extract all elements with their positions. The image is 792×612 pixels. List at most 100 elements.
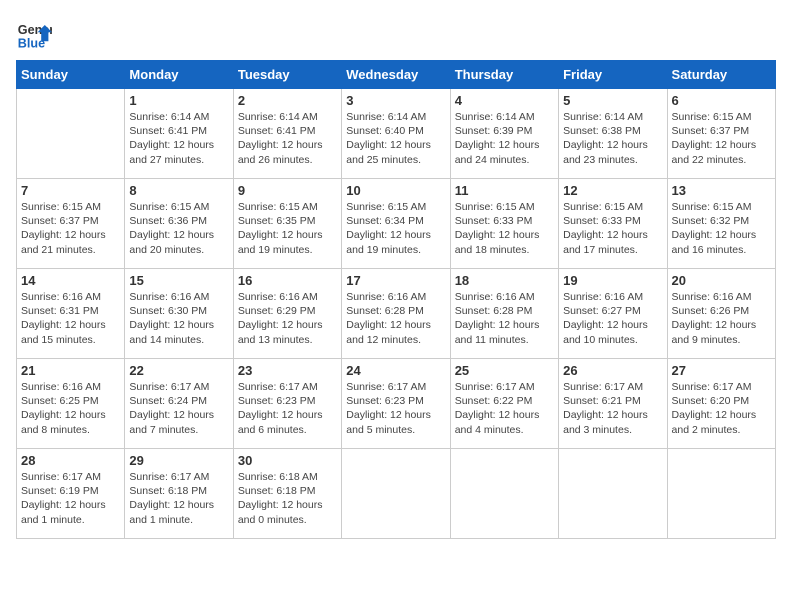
day-number: 8 bbox=[129, 183, 228, 198]
day-number: 18 bbox=[455, 273, 554, 288]
calendar-table: SundayMondayTuesdayWednesdayThursdayFrid… bbox=[16, 60, 776, 539]
weekday-header-wednesday: Wednesday bbox=[342, 61, 450, 89]
calendar-cell bbox=[342, 449, 450, 539]
calendar-cell: 6 Sunrise: 6:15 AMSunset: 6:37 PMDaylight… bbox=[667, 89, 775, 179]
day-number: 24 bbox=[346, 363, 445, 378]
calendar-cell: 10 Sunrise: 6:15 AMSunset: 6:34 PMDayligh… bbox=[342, 179, 450, 269]
day-number: 17 bbox=[346, 273, 445, 288]
day-info: Sunrise: 6:15 AMSunset: 6:33 PMDaylight:… bbox=[563, 200, 662, 257]
day-number: 1 bbox=[129, 93, 228, 108]
day-info: Sunrise: 6:15 AMSunset: 6:37 PMDaylight:… bbox=[672, 110, 771, 167]
day-info: Sunrise: 6:14 AMSunset: 6:41 PMDaylight:… bbox=[238, 110, 337, 167]
day-number: 9 bbox=[238, 183, 337, 198]
day-number: 23 bbox=[238, 363, 337, 378]
day-number: 10 bbox=[346, 183, 445, 198]
calendar-cell: 14 Sunrise: 6:16 AMSunset: 6:31 PMDayligh… bbox=[17, 269, 125, 359]
day-info: Sunrise: 6:16 AMSunset: 6:25 PMDaylight:… bbox=[21, 380, 120, 437]
svg-text:Blue: Blue bbox=[18, 37, 45, 51]
day-info: Sunrise: 6:14 AMSunset: 6:38 PMDaylight:… bbox=[563, 110, 662, 167]
calendar-cell: 21Sunrise: 6:16 AMSunset: 6:25 PMDayligh… bbox=[17, 359, 125, 449]
logo: General Blue bbox=[16, 16, 52, 52]
weekday-header-friday: Friday bbox=[559, 61, 667, 89]
day-info: Sunrise: 6:15 AMSunset: 6:34 PMDaylight:… bbox=[346, 200, 445, 257]
day-info: Sunrise: 6:17 AMSunset: 6:23 PMDaylight:… bbox=[238, 380, 337, 437]
calendar-cell: 11Sunrise: 6:15 AMSunset: 6:33 PMDayligh… bbox=[450, 179, 558, 269]
calendar-cell: 8 Sunrise: 6:15 AMSunset: 6:36 PMDaylight… bbox=[125, 179, 233, 269]
calendar-cell: 12 Sunrise: 6:15 AMSunset: 6:33 PMDayligh… bbox=[559, 179, 667, 269]
day-info: Sunrise: 6:15 AMSunset: 6:33 PMDaylight:… bbox=[455, 200, 554, 257]
day-number: 6 bbox=[672, 93, 771, 108]
weekday-header-row: SundayMondayTuesdayWednesdayThursdayFrid… bbox=[17, 61, 776, 89]
calendar-cell: 7 Sunrise: 6:15 AMSunset: 6:37 PMDaylight… bbox=[17, 179, 125, 269]
day-info: Sunrise: 6:16 AMSunset: 6:26 PMDaylight:… bbox=[672, 290, 771, 347]
calendar-cell bbox=[667, 449, 775, 539]
calendar-cell: 28 Sunrise: 6:17 AMSunset: 6:19 PMDayligh… bbox=[17, 449, 125, 539]
calendar-cell: 22 Sunrise: 6:17 AMSunset: 6:24 PMDayligh… bbox=[125, 359, 233, 449]
weekday-header-saturday: Saturday bbox=[667, 61, 775, 89]
day-info: Sunrise: 6:14 AMSunset: 6:39 PMDaylight:… bbox=[455, 110, 554, 167]
day-info: Sunrise: 6:14 AMSunset: 6:40 PMDaylight:… bbox=[346, 110, 445, 167]
calendar-cell: 18 Sunrise: 6:16 AMSunset: 6:28 PMDayligh… bbox=[450, 269, 558, 359]
calendar-cell bbox=[17, 89, 125, 179]
day-number: 30 bbox=[238, 453, 337, 468]
week-row-2: 7 Sunrise: 6:15 AMSunset: 6:37 PMDaylight… bbox=[17, 179, 776, 269]
week-row-1: 1 Sunrise: 6:14 AMSunset: 6:41 PMDaylight… bbox=[17, 89, 776, 179]
day-number: 29 bbox=[129, 453, 228, 468]
day-number: 7 bbox=[21, 183, 120, 198]
calendar-cell: 5Sunrise: 6:14 AMSunset: 6:38 PMDaylight… bbox=[559, 89, 667, 179]
calendar-cell: 27 Sunrise: 6:17 AMSunset: 6:20 PMDayligh… bbox=[667, 359, 775, 449]
day-info: Sunrise: 6:16 AMSunset: 6:28 PMDaylight:… bbox=[346, 290, 445, 347]
day-info: Sunrise: 6:17 AMSunset: 6:24 PMDaylight:… bbox=[129, 380, 228, 437]
calendar-cell: 16 Sunrise: 6:16 AMSunset: 6:29 PMDayligh… bbox=[233, 269, 341, 359]
calendar-cell: 1 Sunrise: 6:14 AMSunset: 6:41 PMDaylight… bbox=[125, 89, 233, 179]
calendar-cell: 3 Sunrise: 6:14 AMSunset: 6:40 PMDaylight… bbox=[342, 89, 450, 179]
weekday-header-tuesday: Tuesday bbox=[233, 61, 341, 89]
day-number: 27 bbox=[672, 363, 771, 378]
day-number: 3 bbox=[346, 93, 445, 108]
day-info: Sunrise: 6:15 AMSunset: 6:37 PMDaylight:… bbox=[21, 200, 120, 257]
day-info: Sunrise: 6:18 AMSunset: 6:18 PMDaylight:… bbox=[238, 470, 337, 527]
day-number: 4 bbox=[455, 93, 554, 108]
calendar-cell: 19 Sunrise: 6:16 AMSunset: 6:27 PMDayligh… bbox=[559, 269, 667, 359]
week-row-3: 14 Sunrise: 6:16 AMSunset: 6:31 PMDayligh… bbox=[17, 269, 776, 359]
day-number: 13 bbox=[672, 183, 771, 198]
calendar-cell: 2 Sunrise: 6:14 AMSunset: 6:41 PMDaylight… bbox=[233, 89, 341, 179]
day-info: Sunrise: 6:17 AMSunset: 6:23 PMDaylight:… bbox=[346, 380, 445, 437]
weekday-header-monday: Monday bbox=[125, 61, 233, 89]
day-number: 19 bbox=[563, 273, 662, 288]
calendar-cell: 17 Sunrise: 6:16 AMSunset: 6:28 PMDayligh… bbox=[342, 269, 450, 359]
day-number: 2 bbox=[238, 93, 337, 108]
week-row-4: 21Sunrise: 6:16 AMSunset: 6:25 PMDayligh… bbox=[17, 359, 776, 449]
calendar-cell: 4 Sunrise: 6:14 AMSunset: 6:39 PMDaylight… bbox=[450, 89, 558, 179]
day-number: 16 bbox=[238, 273, 337, 288]
day-number: 15 bbox=[129, 273, 228, 288]
weekday-header-sunday: Sunday bbox=[17, 61, 125, 89]
calendar-cell: 9Sunrise: 6:15 AMSunset: 6:35 PMDaylight… bbox=[233, 179, 341, 269]
calendar-cell: 23 Sunrise: 6:17 AMSunset: 6:23 PMDayligh… bbox=[233, 359, 341, 449]
day-info: Sunrise: 6:15 AMSunset: 6:36 PMDaylight:… bbox=[129, 200, 228, 257]
day-number: 22 bbox=[129, 363, 228, 378]
day-number: 20 bbox=[672, 273, 771, 288]
header: General Blue bbox=[16, 16, 776, 52]
day-info: Sunrise: 6:17 AMSunset: 6:19 PMDaylight:… bbox=[21, 470, 120, 527]
calendar-cell: 13Sunrise: 6:15 AMSunset: 6:32 PMDayligh… bbox=[667, 179, 775, 269]
week-row-5: 28 Sunrise: 6:17 AMSunset: 6:19 PMDayligh… bbox=[17, 449, 776, 539]
day-info: Sunrise: 6:16 AMSunset: 6:29 PMDaylight:… bbox=[238, 290, 337, 347]
logo-icon: General Blue bbox=[16, 16, 52, 52]
day-info: Sunrise: 6:16 AMSunset: 6:28 PMDaylight:… bbox=[455, 290, 554, 347]
day-info: Sunrise: 6:17 AMSunset: 6:21 PMDaylight:… bbox=[563, 380, 662, 437]
calendar-cell bbox=[450, 449, 558, 539]
weekday-header-thursday: Thursday bbox=[450, 61, 558, 89]
day-info: Sunrise: 6:17 AMSunset: 6:22 PMDaylight:… bbox=[455, 380, 554, 437]
calendar-cell: 15Sunrise: 6:16 AMSunset: 6:30 PMDayligh… bbox=[125, 269, 233, 359]
day-info: Sunrise: 6:17 AMSunset: 6:20 PMDaylight:… bbox=[672, 380, 771, 437]
day-info: Sunrise: 6:14 AMSunset: 6:41 PMDaylight:… bbox=[129, 110, 228, 167]
calendar-cell: 25Sunrise: 6:17 AMSunset: 6:22 PMDayligh… bbox=[450, 359, 558, 449]
day-number: 26 bbox=[563, 363, 662, 378]
day-info: Sunrise: 6:16 AMSunset: 6:31 PMDaylight:… bbox=[21, 290, 120, 347]
day-info: Sunrise: 6:16 AMSunset: 6:27 PMDaylight:… bbox=[563, 290, 662, 347]
day-number: 14 bbox=[21, 273, 120, 288]
day-number: 28 bbox=[21, 453, 120, 468]
calendar-cell bbox=[559, 449, 667, 539]
day-number: 12 bbox=[563, 183, 662, 198]
